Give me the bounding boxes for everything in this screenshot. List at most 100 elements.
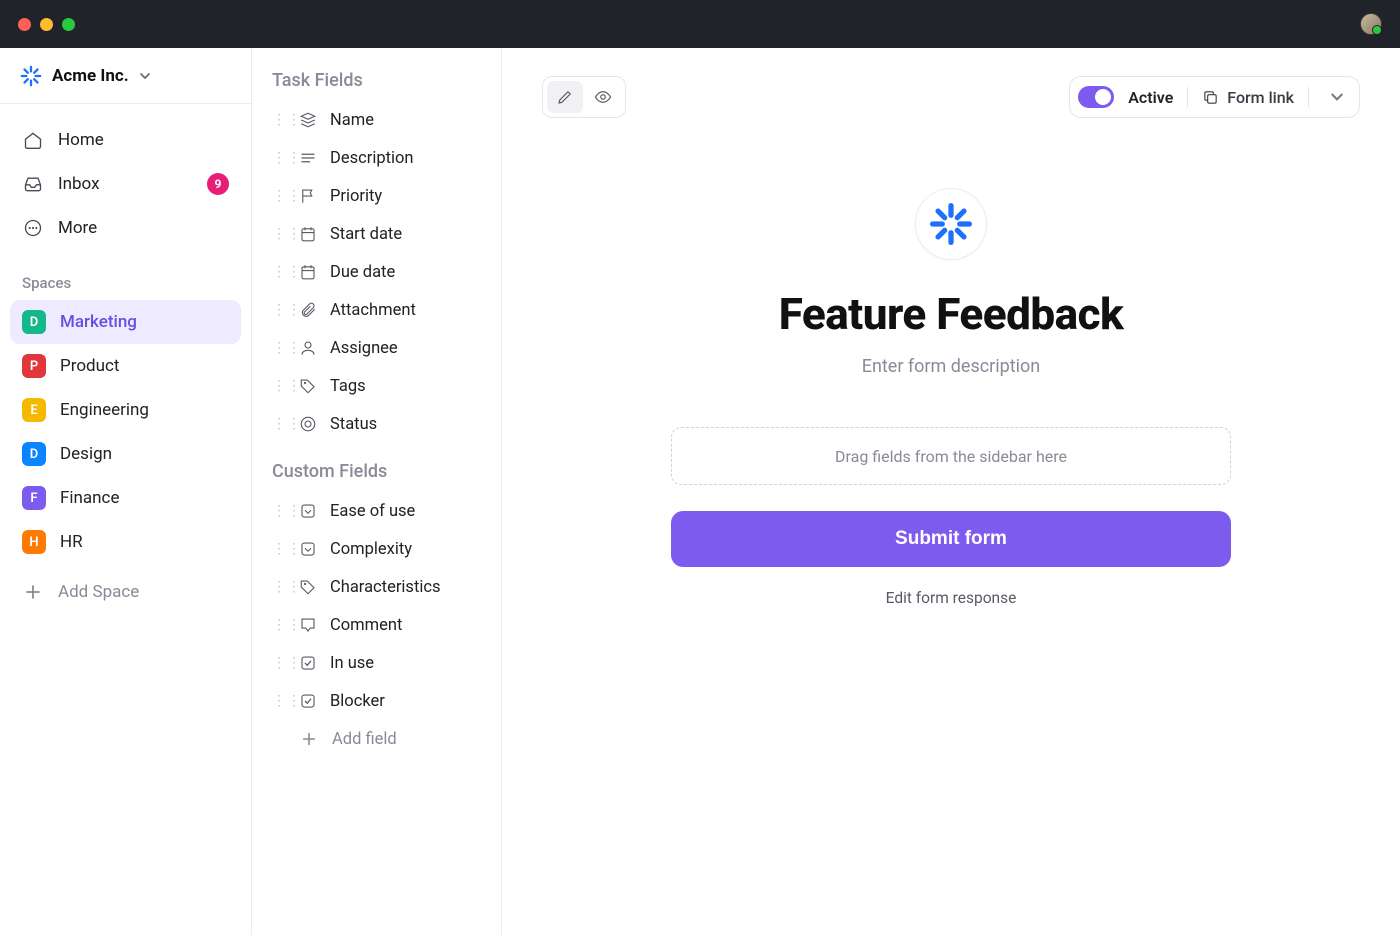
add-field-button[interactable]: ⋮⋮ Add field xyxy=(266,720,487,758)
space-label: Product xyxy=(60,356,119,376)
form-description-placeholder[interactable]: Enter form description xyxy=(641,356,1261,377)
space-item-finance[interactable]: FFinance xyxy=(10,476,241,520)
nav-inbox[interactable]: Inbox 9 xyxy=(10,162,241,206)
drag-handle-icon[interactable]: ⋮⋮ xyxy=(272,617,286,633)
calendar-icon xyxy=(298,262,318,282)
field-label: Assignee xyxy=(330,339,398,358)
minimize-window-button[interactable] xyxy=(40,18,53,31)
user-avatar[interactable] xyxy=(1360,13,1382,35)
custom-field-in-use[interactable]: ⋮⋮In use xyxy=(266,644,487,682)
custom-field-ease-of-use[interactable]: ⋮⋮ Ease of use xyxy=(266,492,487,530)
task-field-attachment[interactable]: ⋮⋮ Attachment xyxy=(266,291,487,329)
field-label: Complexity xyxy=(330,540,412,559)
field-label: Attachment xyxy=(330,301,416,320)
lines-icon xyxy=(298,148,318,168)
home-icon xyxy=(22,129,44,151)
task-field-due-date[interactable]: ⋮⋮Due date xyxy=(266,253,487,291)
field-label: Description xyxy=(330,149,414,168)
drag-handle-icon[interactable]: ⋮⋮ xyxy=(272,541,286,557)
stack-icon xyxy=(298,110,318,130)
maximize-window-button[interactable] xyxy=(62,18,75,31)
drag-handle-icon[interactable]: ⋮⋮ xyxy=(272,579,286,595)
ellipsis-icon xyxy=(22,217,44,239)
space-item-product[interactable]: P Product xyxy=(10,344,241,388)
close-window-button[interactable] xyxy=(18,18,31,31)
edit-mode-button[interactable] xyxy=(547,81,583,113)
drag-handle-icon[interactable]: ⋮⋮ xyxy=(272,503,286,519)
nav-home-label: Home xyxy=(58,130,104,150)
task-field-status[interactable]: ⋮⋮Status xyxy=(266,405,487,443)
custom-field-complexity[interactable]: ⋮⋮ Complexity xyxy=(266,530,487,568)
task-field-name[interactable]: ⋮⋮Name xyxy=(266,101,487,139)
tag-icon xyxy=(298,376,318,396)
task-field-assignee[interactable]: ⋮⋮ Assignee xyxy=(266,329,487,367)
checkbox-icon xyxy=(298,653,318,673)
pencil-icon xyxy=(556,88,574,106)
drag-handle-icon[interactable]: ⋮⋮ xyxy=(272,378,286,394)
task-fields-heading: Task Fields xyxy=(266,66,487,101)
task-field-start-date[interactable]: ⋮⋮ Start date xyxy=(266,215,487,253)
nav-more[interactable]: More xyxy=(10,206,241,250)
drag-handle-icon[interactable]: ⋮⋮ xyxy=(272,226,286,242)
drag-handle-icon[interactable]: ⋮⋮ xyxy=(272,416,286,432)
checkbox-icon xyxy=(298,691,318,711)
drag-handle-icon[interactable]: ⋮⋮ xyxy=(272,188,286,204)
paperclip-icon xyxy=(298,300,318,320)
space-label: Finance xyxy=(60,488,119,508)
drag-handle-icon[interactable]: ⋮⋮ xyxy=(272,693,286,709)
target-icon xyxy=(298,414,318,434)
field-label: Start date xyxy=(330,225,402,244)
drag-handle-icon[interactable]: ⋮⋮ xyxy=(272,150,286,166)
calendar-icon xyxy=(298,224,318,244)
space-icon: P xyxy=(22,354,46,378)
drag-handle-icon[interactable]: ⋮⋮ xyxy=(272,264,286,280)
dropzone-hint: Drag fields from the sidebar here xyxy=(835,447,1067,466)
space-item-engineering[interactable]: EEngineering xyxy=(10,388,241,432)
field-label: Blocker xyxy=(330,692,385,711)
space-label: Engineering xyxy=(60,400,149,420)
drag-handle-icon[interactable]: ⋮⋮ xyxy=(272,112,286,128)
form-active-toggle[interactable] xyxy=(1078,86,1114,108)
field-label: Comment xyxy=(330,616,402,635)
select-icon xyxy=(298,501,318,521)
field-label: Characteristics xyxy=(330,578,441,597)
traffic-lights xyxy=(18,18,75,31)
add-space-button[interactable]: Add Space xyxy=(10,570,241,614)
drag-handle-icon[interactable]: ⋮⋮ xyxy=(272,340,286,356)
space-item-marketing[interactable]: DMarketing xyxy=(10,300,241,344)
workspace-logo-icon xyxy=(20,65,42,87)
edit-response-link[interactable]: Edit form response xyxy=(641,589,1261,607)
chevron-down-icon xyxy=(139,70,151,82)
space-item-hr[interactable]: HHR xyxy=(10,520,241,564)
form-logo[interactable] xyxy=(915,188,987,260)
space-item-design[interactable]: DDesign xyxy=(10,432,241,476)
more-options-button[interactable] xyxy=(1323,83,1351,111)
form-link-button[interactable]: Form link xyxy=(1202,88,1294,107)
inbox-badge: 9 xyxy=(207,173,229,195)
view-mode-toggle xyxy=(542,76,626,118)
form-title[interactable]: Feature Feedback xyxy=(641,288,1261,340)
divider xyxy=(1308,87,1309,107)
field-label: Priority xyxy=(330,187,382,206)
submit-form-button[interactable]: Submit form xyxy=(671,511,1231,567)
drag-handle-icon[interactable]: ⋮⋮ xyxy=(272,302,286,318)
person-icon xyxy=(298,338,318,358)
preview-mode-button[interactable] xyxy=(585,81,621,113)
workspace-switcher[interactable]: Acme Inc. xyxy=(0,48,251,104)
space-icon: H xyxy=(22,530,46,554)
form-settings-bar: Active Form link xyxy=(1069,76,1360,118)
task-field-description[interactable]: ⋮⋮ Description xyxy=(266,139,487,177)
custom-field-comment[interactable]: ⋮⋮ Comment xyxy=(266,606,487,644)
field-label: Ease of use xyxy=(330,502,415,521)
custom-field-characteristics[interactable]: ⋮⋮ Characteristics xyxy=(266,568,487,606)
task-field-tags[interactable]: ⋮⋮ Tags xyxy=(266,367,487,405)
nav-inbox-label: Inbox xyxy=(58,174,100,194)
nav-home[interactable]: Home xyxy=(10,118,241,162)
field-dropzone[interactable]: Drag fields from the sidebar here xyxy=(671,427,1231,485)
task-field-priority[interactable]: ⋮⋮ Priority xyxy=(266,177,487,215)
custom-fields-heading: Custom Fields xyxy=(266,457,487,492)
field-label: Tags xyxy=(330,377,366,396)
custom-field-blocker[interactable]: ⋮⋮ Blocker xyxy=(266,682,487,720)
form-link-label: Form link xyxy=(1227,88,1294,107)
drag-handle-icon[interactable]: ⋮⋮ xyxy=(272,655,286,671)
